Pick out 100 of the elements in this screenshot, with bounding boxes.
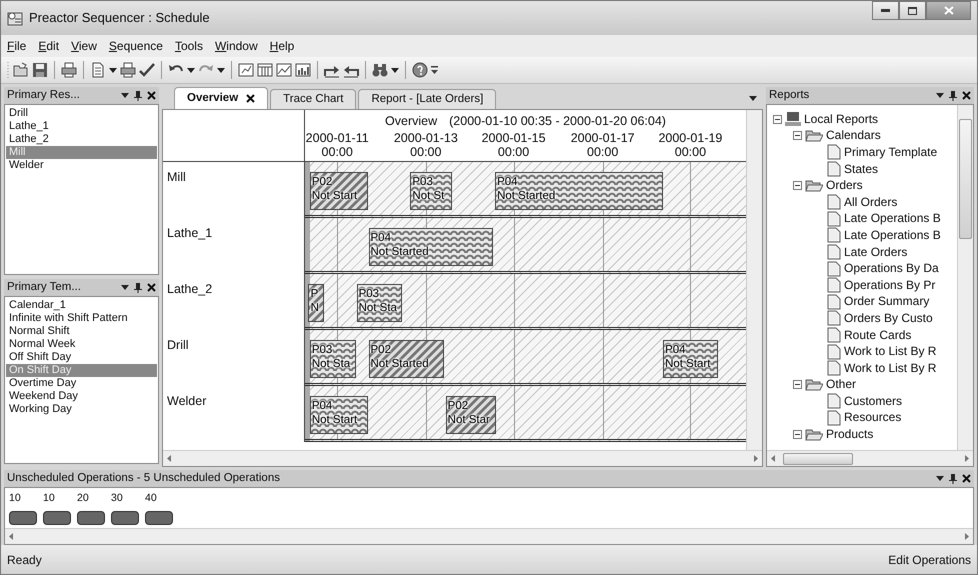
list-item[interactable]: Lathe_2 <box>6 133 157 146</box>
document-icon[interactable] <box>90 62 106 78</box>
list-item[interactable]: Off Shift Day <box>6 351 157 364</box>
menu-item[interactable]: Tools <box>174 37 203 55</box>
menu-item[interactable]: View <box>71 37 97 55</box>
tree-item[interactable]: All Orders <box>773 194 957 211</box>
grid-chart-icon[interactable] <box>238 62 254 78</box>
tree-item[interactable]: Late Operations B <box>773 210 957 228</box>
list-item[interactable]: Lathe_1 <box>6 120 157 133</box>
list-item[interactable]: Welder <box>6 159 157 172</box>
scrollbar[interactable] <box>746 110 762 450</box>
bar-chart-icon[interactable] <box>295 62 311 78</box>
folder-icon[interactable] <box>13 62 29 78</box>
caret-icon[interactable] <box>749 96 757 101</box>
list-item[interactable]: Drill <box>6 107 157 120</box>
print-icon[interactable] <box>120 62 136 78</box>
operation-bar[interactable]: P02 Not Start <box>310 172 368 210</box>
line-chart-icon[interactable] <box>276 62 292 78</box>
caret-icon[interactable] <box>391 68 399 72</box>
operation-bar[interactable]: P03 Not Sta <box>356 284 402 322</box>
collapse-icon[interactable] <box>793 380 802 390</box>
list-item[interactable]: Normal Shift <box>6 325 157 338</box>
caret-icon[interactable] <box>936 476 944 481</box>
list-item[interactable]: Working Day <box>6 403 157 416</box>
tab[interactable]: Trace Chart <box>270 89 356 109</box>
tree-item[interactable]: Operations By Pr <box>773 276 957 294</box>
list-item[interactable]: Infinite with Shift Pattern <box>6 312 157 325</box>
operation-bar[interactable]: P02 Not Star <box>446 396 496 434</box>
operation-bar[interactable]: P04 Not Started <box>495 172 664 210</box>
tree-item[interactable]: Resources <box>773 410 957 426</box>
operation-block[interactable] <box>145 510 173 525</box>
operation-block[interactable] <box>111 510 139 525</box>
operation-block[interactable] <box>77 510 105 525</box>
menu-item[interactable]: Sequence <box>108 37 163 55</box>
collapse-icon[interactable] <box>793 181 802 190</box>
scrollbar[interactable] <box>957 105 973 450</box>
close-icon[interactable] <box>147 91 156 100</box>
operation-bar[interactable]: P03 Not St <box>410 172 452 210</box>
tree-item[interactable]: Late Orders <box>773 244 957 260</box>
operation-bar[interactable]: P04 Not Start <box>310 396 368 434</box>
print-icon[interactable] <box>61 62 77 78</box>
close-icon[interactable] <box>962 474 971 483</box>
tree-item[interactable]: Late Operations B <box>773 227 957 244</box>
binoculars-icon[interactable] <box>372 62 388 78</box>
pin-icon[interactable] <box>949 90 957 100</box>
caret-icon[interactable] <box>121 93 129 98</box>
tree-item[interactable]: Operations By Da <box>773 260 957 277</box>
overflow-icon[interactable] <box>431 66 438 74</box>
operation-block[interactable] <box>43 510 71 525</box>
pin-icon[interactable] <box>949 474 957 484</box>
tree-item[interactable]: Orders <box>773 177 957 194</box>
collapse-icon[interactable] <box>793 131 802 140</box>
caret-icon[interactable] <box>217 68 225 72</box>
scrollbar[interactable] <box>5 528 973 544</box>
menu-item[interactable]: Edit <box>38 37 60 55</box>
list-item[interactable]: Overtime Day <box>6 377 157 390</box>
pin-icon[interactable] <box>134 90 142 100</box>
pin-icon[interactable] <box>134 282 142 292</box>
tree-item[interactable]: Customers <box>773 393 957 410</box>
tree-item[interactable]: Calendars <box>773 128 957 144</box>
tree-item[interactable]: Work to List By R <box>773 343 957 360</box>
menu-item[interactable]: File <box>7 37 26 55</box>
operation-bar[interactable]: P03 Not Sta <box>310 340 356 378</box>
menu-item[interactable]: Help <box>270 37 294 55</box>
tree-item[interactable]: Orders By Custo <box>773 310 957 327</box>
list-item[interactable]: Weekend Day <box>6 390 157 403</box>
scrollbar[interactable] <box>767 450 973 466</box>
operation-block[interactable] <box>9 510 37 525</box>
save-icon[interactable] <box>32 62 48 78</box>
tab[interactable]: Overview <box>174 87 268 109</box>
list-item[interactable]: Normal Week <box>6 338 157 351</box>
close-button[interactable] <box>926 1 971 20</box>
help-icon[interactable] <box>412 62 428 78</box>
menu-item[interactable]: Window <box>214 37 258 55</box>
operation-bar[interactable]: P02 Not Started <box>368 340 444 378</box>
close-icon[interactable] <box>246 94 256 103</box>
caret-icon[interactable] <box>109 68 117 72</box>
collapse-icon[interactable] <box>773 114 782 124</box>
list-item[interactable]: Calendar_1 <box>6 299 157 312</box>
scrollbar[interactable] <box>163 450 762 466</box>
tree-item[interactable]: Order Summary <box>773 294 957 310</box>
operation-bar[interactable]: P04 Not Start <box>663 340 718 378</box>
tree-item[interactable]: States <box>773 160 957 178</box>
caret-icon[interactable] <box>936 93 944 98</box>
tree-item[interactable]: Other <box>773 376 957 394</box>
collapse-icon[interactable] <box>793 430 802 440</box>
close-icon[interactable] <box>147 283 156 292</box>
check-icon[interactable] <box>139 62 155 78</box>
close-icon[interactable] <box>962 91 971 100</box>
tree-item[interactable]: Primary Template <box>773 144 957 161</box>
caret-icon[interactable] <box>187 68 195 72</box>
tree-item[interactable]: Route Cards <box>773 326 957 344</box>
tree-item[interactable]: Local Reports <box>773 111 957 128</box>
caret-icon[interactable] <box>121 285 129 290</box>
tab[interactable]: Report - [Late Orders] <box>358 89 496 109</box>
tree-item[interactable]: Work to List By R <box>773 360 957 376</box>
maximize-button[interactable] <box>899 1 926 20</box>
minimize-button[interactable] <box>872 1 899 20</box>
operation-bar[interactable]: P04 Not Started <box>368 228 494 266</box>
table-icon[interactable] <box>257 62 273 78</box>
